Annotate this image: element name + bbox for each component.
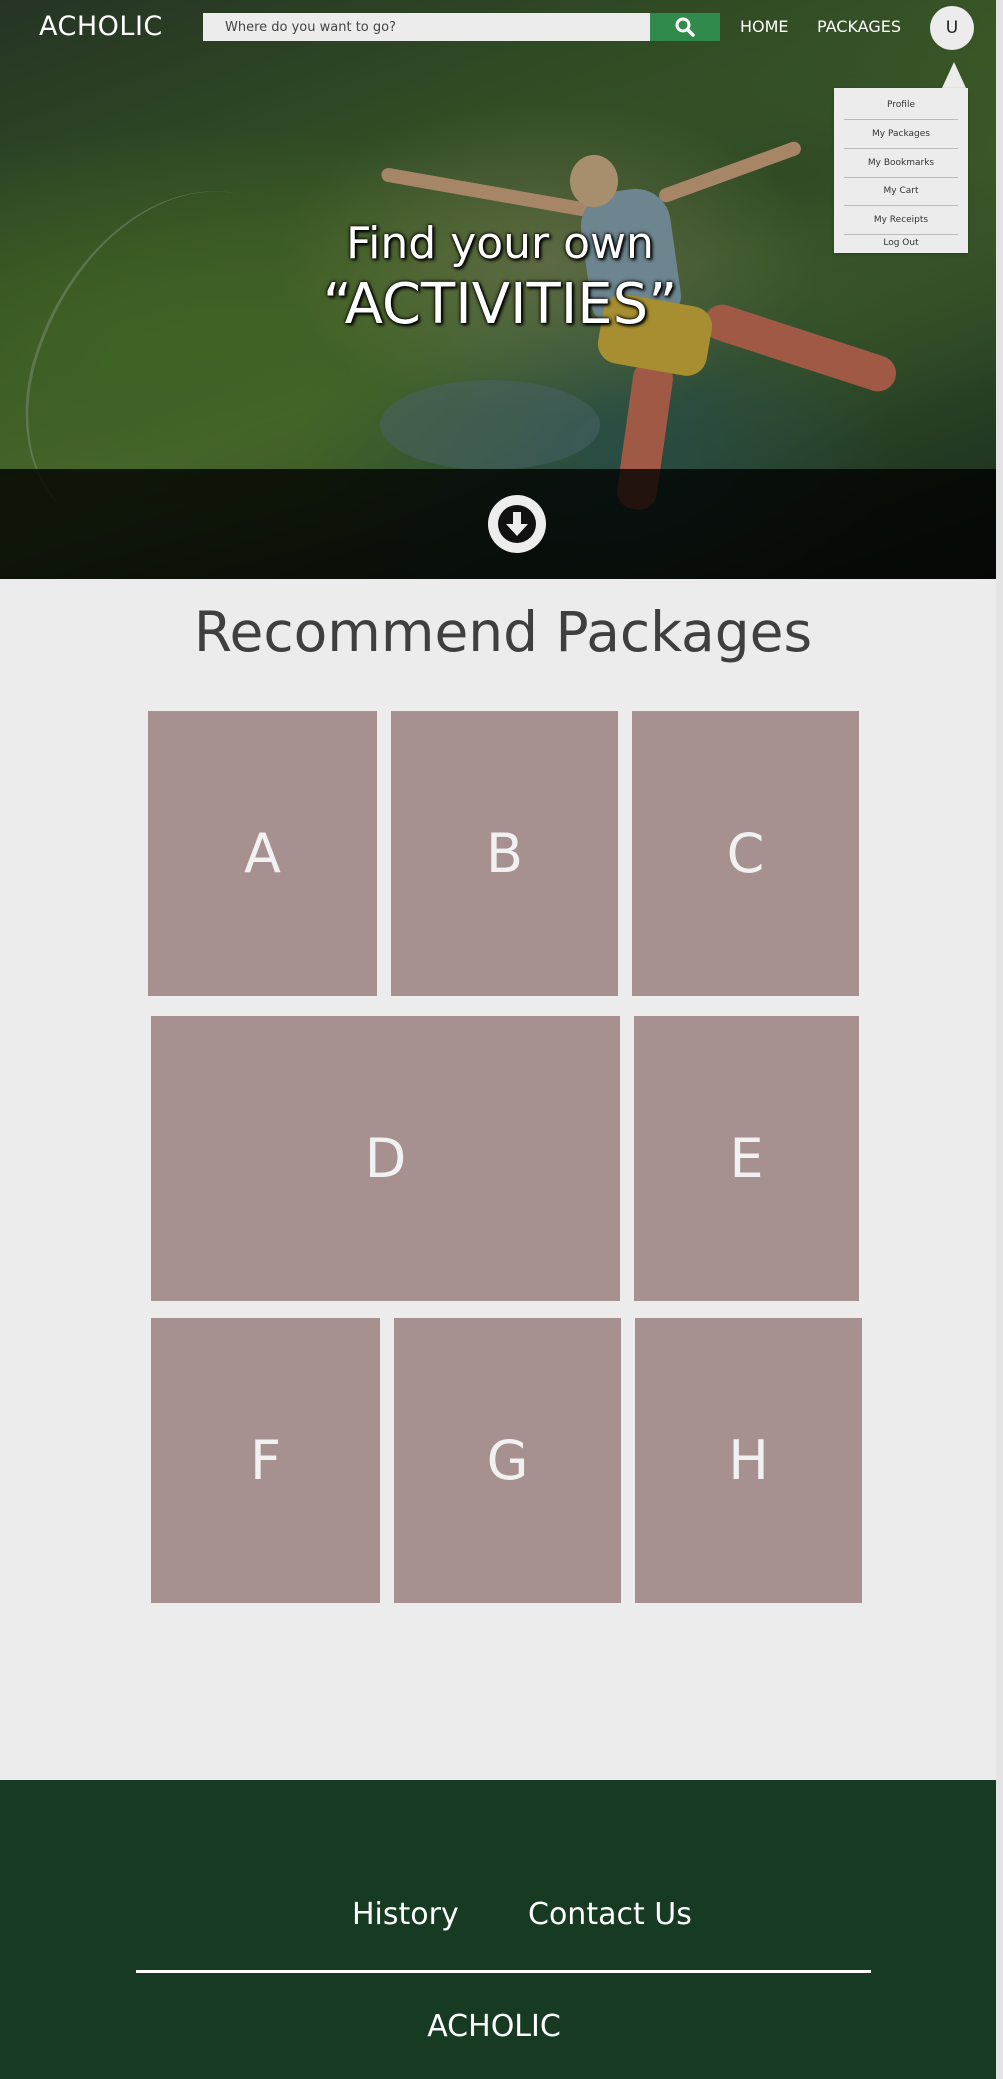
footer-link-contact-us[interactable]: Contact Us [528, 1897, 692, 1932]
scroll-down-button[interactable] [488, 495, 546, 553]
package-tile-g[interactable]: G [394, 1318, 621, 1603]
package-tile-c[interactable]: C [632, 711, 859, 996]
package-tile-e[interactable]: E [634, 1016, 859, 1301]
search-icon [675, 17, 695, 37]
menu-item-my-packages[interactable]: My Packages [844, 120, 958, 149]
menu-item-my-cart[interactable]: My Cart [844, 177, 958, 206]
footer-link-history[interactable]: History [352, 1897, 459, 1932]
package-tile-h[interactable]: H [635, 1318, 862, 1603]
menu-item-my-receipts[interactable]: My Receipts [844, 206, 958, 235]
search-input[interactable] [203, 13, 650, 41]
package-tile-d[interactable]: D [151, 1016, 620, 1301]
package-tile-f[interactable]: F [151, 1318, 380, 1603]
footer-divider [136, 1970, 871, 1973]
search-button[interactable] [650, 13, 720, 41]
nav-packages[interactable]: PACKAGES [817, 17, 901, 36]
nav-home[interactable]: HOME [740, 17, 789, 36]
package-tile-a[interactable]: A [148, 711, 377, 996]
user-dropdown-menu: Profile My Packages My Bookmarks My Cart… [834, 88, 968, 253]
section-title: Recommend Packages [193, 600, 813, 664]
menu-item-my-bookmarks[interactable]: My Bookmarks [844, 149, 958, 178]
package-tile-b[interactable]: B [391, 711, 618, 996]
footer-logo: ACHOLIC [427, 2009, 561, 2044]
menu-caret [942, 62, 966, 88]
menu-item-log-out[interactable]: Log Out [844, 235, 958, 251]
menu-item-profile[interactable]: Profile [844, 91, 958, 120]
site-logo[interactable]: ACHOLIC [39, 11, 163, 42]
arrow-down-circle-icon [498, 505, 536, 543]
hero-title-line2: “ACTIVITIES” [322, 272, 678, 337]
user-avatar[interactable]: U [930, 6, 974, 50]
page-scrollbar[interactable] [996, 0, 1003, 2079]
